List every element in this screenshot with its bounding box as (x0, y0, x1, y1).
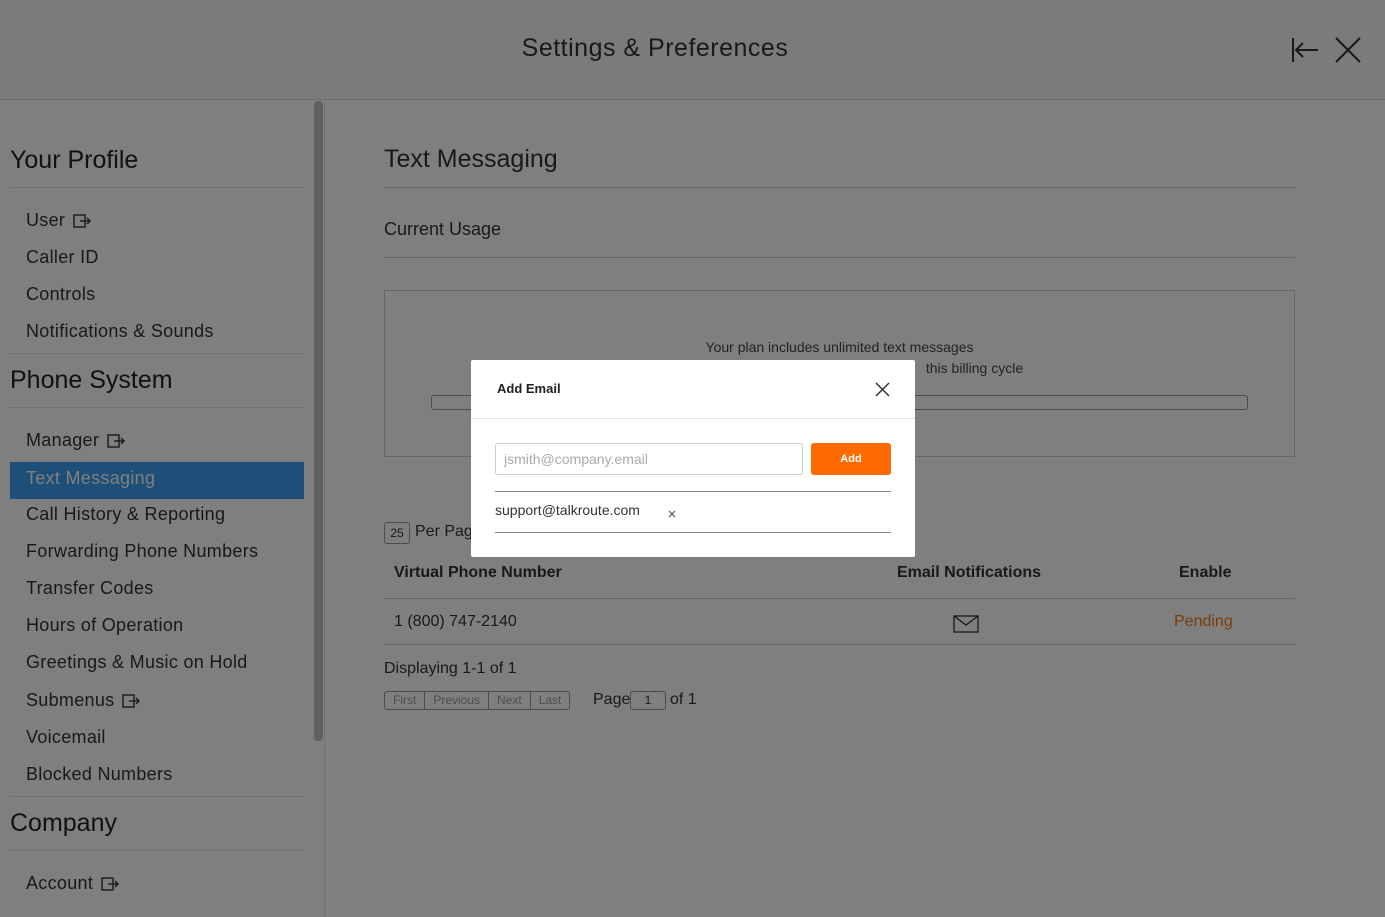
modal-separator (471, 418, 915, 419)
modal-title: Add Email (497, 381, 561, 396)
add-email-button[interactable]: Add (811, 443, 891, 475)
modal-close-icon[interactable] (873, 380, 891, 398)
email-input[interactable] (495, 443, 803, 475)
email-list-item: support@talkroute.com (495, 502, 640, 518)
email-list-bottom-rule (495, 532, 891, 533)
email-list-top-rule (495, 491, 891, 492)
add-email-modal: Add Email Add support@talkroute.com (471, 360, 915, 557)
remove-email-icon[interactable] (667, 506, 677, 518)
